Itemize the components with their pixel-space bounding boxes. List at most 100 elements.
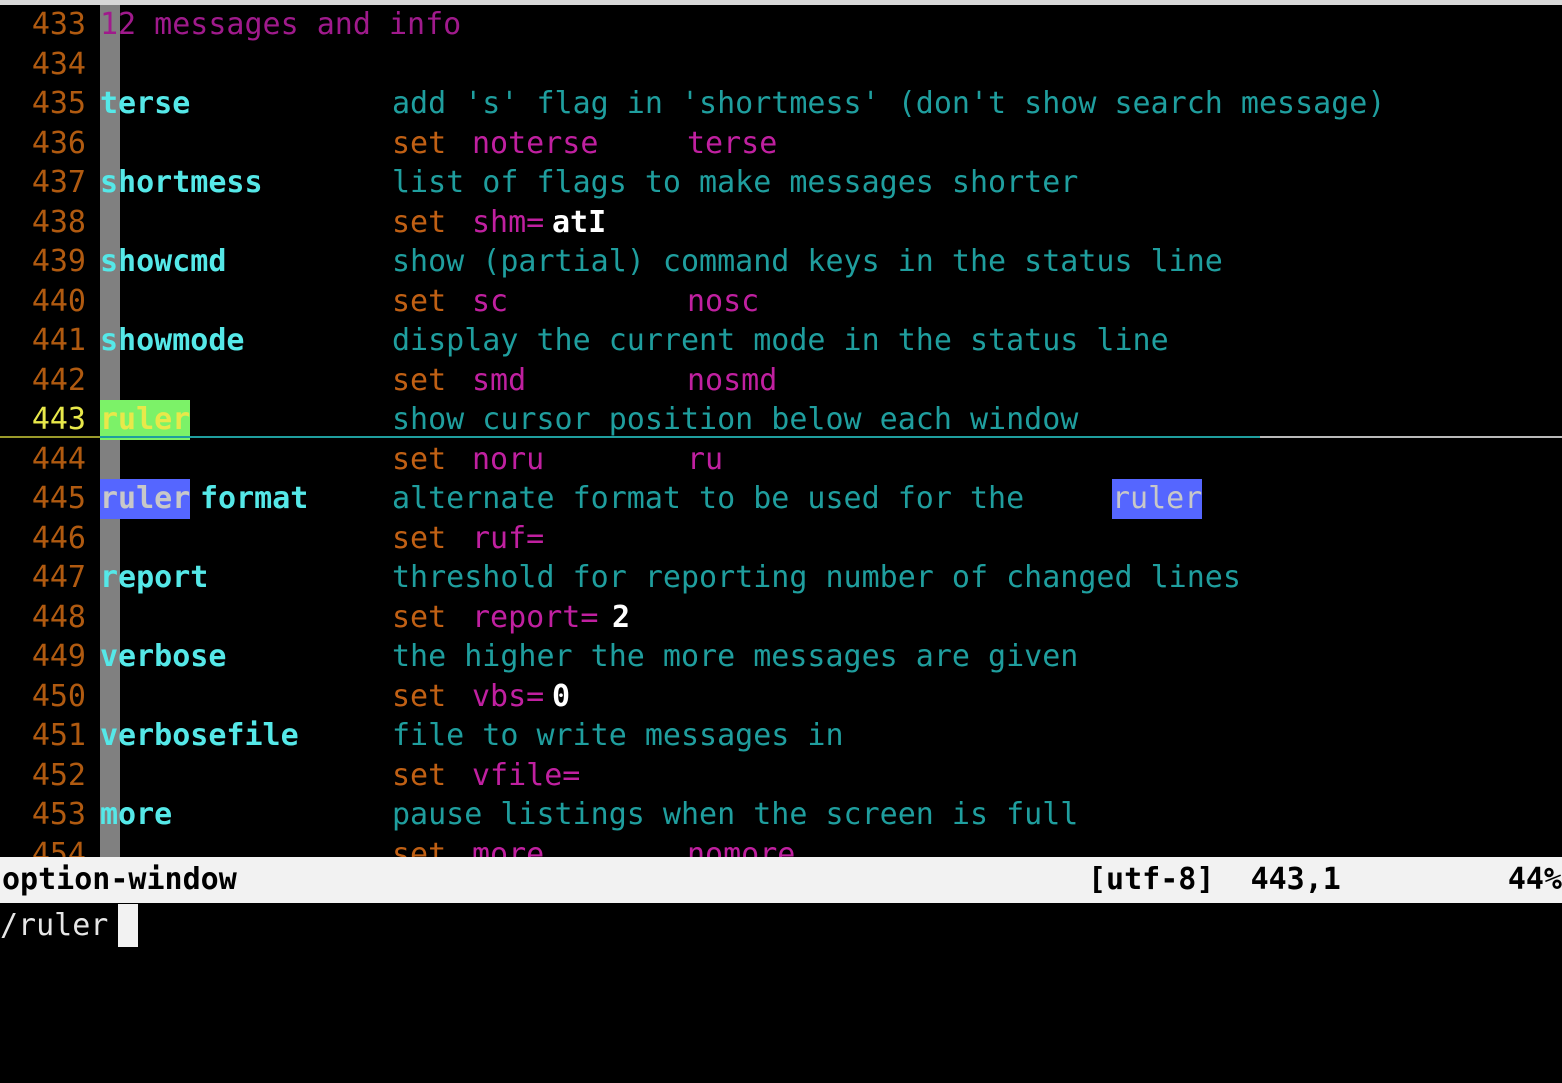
set-keyword: set [392, 520, 465, 556]
buffer-line[interactable]: 454 set more nomore [0, 834, 1562, 858]
buffer-line[interactable]: 437 shortmess list of flags to make messag… [0, 163, 1562, 203]
line-number: 450 [31, 678, 86, 714]
option-name: noterse [472, 125, 599, 161]
fold-column [100, 44, 120, 84]
line-number: 445 [31, 481, 86, 516]
current-search-match: ruler [100, 400, 191, 440]
line-number: 453 [31, 797, 86, 832]
option-name: terse [100, 86, 191, 121]
option-name: ruf= [472, 520, 545, 556]
buffer-line[interactable]: 440 set sc nosc [0, 281, 1562, 321]
status-cursor-position: 443,1 [1250, 862, 1341, 897]
option-description: add 's' flag in 'shortmess' (don't show … [392, 86, 1386, 121]
line-number: 438 [31, 204, 86, 240]
buffer-line[interactable]: 449 verbose the higher the more messages a… [0, 637, 1562, 677]
fold-column [100, 676, 120, 716]
line-number: 448 [31, 599, 86, 635]
search-match: ruler [100, 479, 191, 519]
buffer-line[interactable]: 445 ruler format alternate format to be use… [0, 479, 1562, 519]
command-line[interactable]: /ruler [0, 903, 1562, 948]
option-name: noru [472, 441, 545, 477]
line-number: 451 [31, 718, 86, 753]
option-name: vfile= [472, 757, 581, 793]
cursorline-underline-gutter [0, 435, 100, 438]
line-number: 444 [31, 441, 86, 477]
search-match: ruler [1112, 479, 1203, 519]
option-name: verbose [100, 639, 227, 674]
option-name: sc [472, 283, 509, 319]
option-description: alternate format to be used for the [392, 481, 1043, 516]
buffer-line[interactable]: 438 set shm= atI [0, 202, 1562, 242]
status-line: option-window [utf-8] 443,1 44% [0, 857, 1562, 903]
set-keyword: set [392, 283, 465, 319]
line-number: 446 [31, 520, 86, 556]
set-keyword: set [392, 678, 465, 714]
buffer-line[interactable]: 443 ruler show cursor position below each … [0, 400, 1562, 440]
option-name: shortmess [100, 165, 263, 200]
buffer-line[interactable]: 453 more pause listings when the screen is… [0, 795, 1562, 835]
option-value: 0 [552, 678, 571, 714]
command-line-text: /ruler [0, 908, 109, 943]
buffer-line[interactable]: 439 showcmd show (partial) command keys in… [0, 242, 1562, 282]
option-value: 2 [612, 599, 631, 635]
buffer-line[interactable]: 450 set vbs= 0 [0, 676, 1562, 716]
option-default: nosmd [687, 362, 778, 398]
line-number: 439 [31, 244, 86, 279]
set-keyword: set [392, 441, 465, 477]
line-number: 442 [31, 362, 86, 398]
buffer-line[interactable]: 451 verbosefile file to write messages in [0, 716, 1562, 756]
fold-column [100, 360, 120, 400]
option-description: pause listings when the screen is full [392, 797, 1079, 832]
option-default: ru [687, 441, 724, 477]
option-default: terse [687, 125, 778, 161]
buffer-line[interactable]: 441 showmode display the current mode in t… [0, 321, 1562, 361]
option-name: vbs= [472, 678, 545, 714]
option-default: nosc [687, 283, 760, 319]
status-encoding: [utf-8] [1088, 862, 1215, 897]
text-buffer[interactable]: 433 12 messages and info 434 435 terse add 's… [0, 5, 1562, 857]
option-name: report= [472, 599, 599, 635]
option-default: nomore [687, 836, 796, 858]
fold-column [100, 281, 120, 321]
fold-column [100, 123, 120, 163]
buffer-line[interactable]: 434 [0, 44, 1562, 84]
option-name: format [200, 481, 309, 516]
line-number: 433 [31, 7, 86, 42]
fold-column [100, 202, 120, 242]
set-keyword: set [392, 599, 465, 635]
option-description: list of flags to make messages shorter [392, 165, 1079, 200]
fold-column [100, 755, 120, 795]
option-description: the higher the more messages are given [392, 639, 1079, 674]
option-name: showcmd [100, 244, 227, 279]
set-keyword: set [392, 362, 465, 398]
buffer-line[interactable]: 435 terse add 's' flag in 'shortmess' (don… [0, 84, 1562, 124]
line-number: 434 [31, 46, 86, 82]
buffer-line[interactable]: 452 set vfile= [0, 755, 1562, 795]
buffer-line[interactable]: 447 report threshold for reporting number … [0, 558, 1562, 598]
line-number: 454 [31, 836, 86, 858]
line-number: 443 [31, 402, 86, 437]
buffer-line[interactable]: 433 12 messages and info [0, 5, 1562, 45]
option-description: show cursor position below each window [392, 402, 1079, 437]
fold-column [100, 439, 120, 479]
option-name: showmode [100, 323, 245, 358]
option-name: more [472, 836, 545, 858]
line-number: 449 [31, 639, 86, 674]
cursorline-underline-text [100, 435, 1260, 438]
fold-column [100, 834, 120, 857]
buffer-line[interactable]: 444 set noru ru [0, 439, 1562, 479]
buffer-line[interactable]: 436 set noterse terse [0, 123, 1562, 163]
line-number: 437 [31, 165, 86, 200]
option-description: show (partial) command keys in the statu… [392, 244, 1223, 279]
option-value: atI [552, 204, 607, 240]
set-keyword: set [392, 836, 465, 858]
status-scroll-percent: 44% [1507, 862, 1562, 897]
option-name: report [100, 560, 209, 595]
status-buffer-name: option-window [2, 862, 237, 897]
line-number: 440 [31, 283, 86, 319]
status-encoding-position: [utf-8] 443,1 [1088, 857, 1341, 903]
option-name: verbosefile [100, 718, 299, 753]
buffer-line[interactable]: 448 set report= 2 [0, 597, 1562, 637]
buffer-line[interactable]: 442 set smd nosmd [0, 360, 1562, 400]
buffer-line[interactable]: 446 set ruf= [0, 518, 1562, 558]
